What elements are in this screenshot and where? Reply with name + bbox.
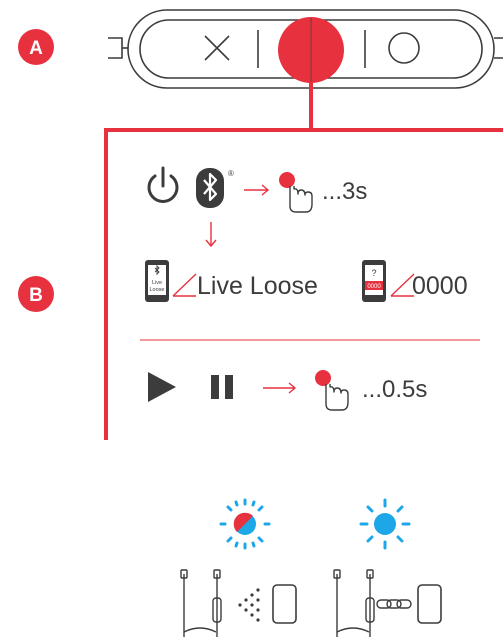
pin-phone-code: 0000 bbox=[367, 284, 381, 290]
marker-a: A bbox=[18, 29, 54, 65]
finger-press-icon bbox=[279, 172, 313, 213]
finger-press-icon-2 bbox=[315, 370, 349, 411]
marker-b: B bbox=[18, 276, 54, 312]
edit-slash-icon-2 bbox=[390, 273, 415, 297]
remote-center-button-highlight[interactable] bbox=[278, 17, 344, 84]
pairing-time: ...3s bbox=[322, 178, 367, 205]
led-solid-blue-icon bbox=[359, 498, 411, 550]
power-icon bbox=[147, 166, 179, 203]
phone-icon-pairing bbox=[272, 584, 297, 624]
remote-left-cable bbox=[108, 37, 123, 59]
bluetooth-icon: ® bbox=[196, 168, 234, 208]
device-name: Live Loose bbox=[197, 272, 318, 300]
phone-icon-connected bbox=[417, 584, 442, 624]
play-icon bbox=[148, 372, 176, 402]
earphones-icon-pairing bbox=[180, 569, 222, 637]
chain-link-icon bbox=[376, 599, 412, 609]
phone-icon-bluetooth: Live Loose bbox=[145, 260, 169, 302]
marker-a-label: A bbox=[29, 38, 43, 59]
instruction-diagram: A B ® ...3s Live Loose Live Loose ? 0000… bbox=[18, 9, 503, 637]
playback-time: ...0.5s bbox=[362, 376, 427, 403]
phone-icon-pin: ? 0000 bbox=[362, 260, 386, 302]
marker-b-label: B bbox=[29, 285, 43, 306]
pin-phone-symbol: ? bbox=[371, 268, 376, 278]
phone-screen-text-bottom: Loose bbox=[150, 287, 165, 293]
phone-screen-text-top: Live bbox=[152, 280, 162, 286]
pause-icon bbox=[211, 375, 233, 399]
arrow-down bbox=[205, 222, 217, 248]
remote-x-icon[interactable] bbox=[204, 35, 230, 61]
remote-circle-icon[interactable] bbox=[388, 32, 420, 64]
arrow-right-2 bbox=[263, 382, 297, 394]
arrow-right-1 bbox=[244, 184, 270, 196]
edit-slash-icon-1 bbox=[172, 273, 197, 297]
earphones-icon-connected bbox=[333, 569, 375, 637]
bluetooth-registered-mark: ® bbox=[228, 169, 234, 178]
led-blinking-red-blue-icon bbox=[219, 498, 271, 550]
signal-dots-icon bbox=[238, 588, 260, 622]
pin-code: 0000 bbox=[412, 272, 468, 300]
